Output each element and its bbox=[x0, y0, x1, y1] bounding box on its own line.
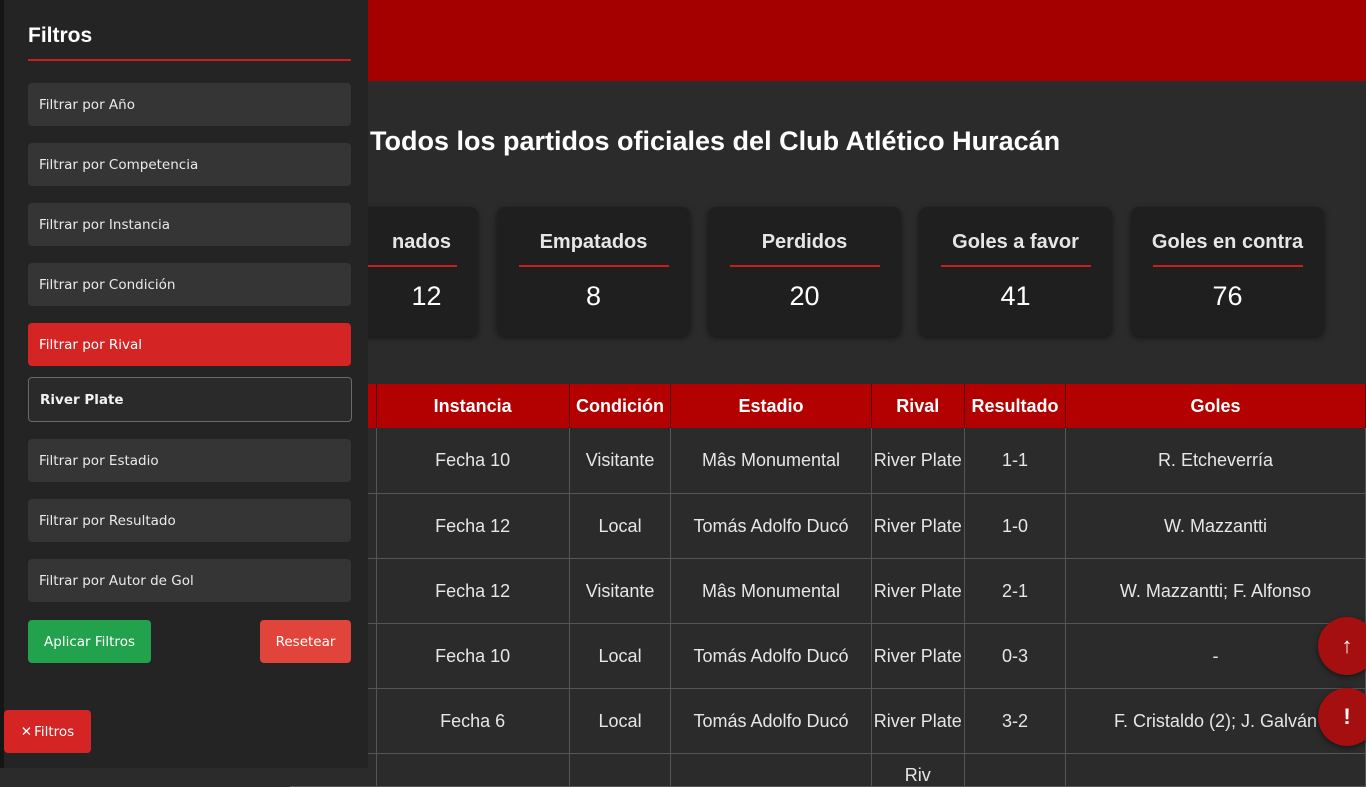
stat-card-perdidos: Perdidos 20 bbox=[708, 207, 901, 336]
cell-resultado bbox=[964, 753, 1066, 787]
cell-rival: Riv bbox=[871, 753, 966, 787]
stat-card-goles-en-contra: Goles en contra 76 bbox=[1131, 207, 1324, 336]
cell-rival: River Plate bbox=[871, 493, 966, 559]
stat-label: Empatados bbox=[539, 231, 648, 253]
cell-condicion: Visitante bbox=[569, 428, 672, 494]
col-header-rival[interactable]: Rival bbox=[871, 384, 966, 428]
cell-resultado: 3-2 bbox=[964, 688, 1066, 754]
col-header-resultado[interactable]: Resultado bbox=[964, 384, 1066, 428]
filter-result-button[interactable]: Filtrar por Resultado bbox=[28, 499, 351, 542]
filters-sidebar: Filtros Filtrar por Año Filtrar por Comp… bbox=[0, 0, 368, 768]
col-header-goles[interactable]: Goles bbox=[1065, 384, 1366, 428]
cell-estadio: Tomás Adolfo Ducó bbox=[670, 623, 872, 689]
stat-card-empatados: Empatados 8 bbox=[497, 207, 690, 336]
filter-condition-button[interactable]: Filtrar por Condición bbox=[28, 263, 351, 306]
cell-goles: W. Mazzantti; F. Alfonso bbox=[1065, 558, 1366, 624]
toggle-filters-button[interactable]: ✕ Filtros bbox=[4, 710, 91, 753]
rival-input[interactable]: River Plate bbox=[28, 377, 352, 422]
cell-condicion bbox=[569, 753, 672, 787]
stat-label: Perdidos bbox=[761, 231, 848, 253]
reset-filters-button[interactable]: Resetear bbox=[260, 620, 351, 663]
table-row: Riv bbox=[290, 753, 1366, 787]
col-header-estadio[interactable]: Estadio bbox=[670, 384, 872, 428]
filter-rival-button[interactable]: Filtrar por Rival bbox=[28, 323, 351, 366]
stat-value: 8 bbox=[585, 281, 602, 311]
cell-rival: River Plate bbox=[871, 688, 966, 754]
cell-instancia: Fecha 6 bbox=[376, 688, 570, 754]
stat-divider bbox=[1152, 265, 1303, 267]
table-row: Fecha 10 Visitante Mâs Monumental River … bbox=[290, 428, 1366, 494]
stat-label: Goles en contra bbox=[1151, 231, 1304, 253]
stat-label: Goles a favor bbox=[952, 231, 1079, 253]
filter-competition-button[interactable]: Filtrar por Competencia bbox=[28, 143, 351, 186]
table-row: Fecha 6 Local Tomás Adolfo Ducó River Pl… bbox=[290, 688, 1366, 754]
cell-rival: River Plate bbox=[871, 428, 966, 494]
cell-estadio: Tomás Adolfo Ducó bbox=[670, 493, 872, 559]
toggle-filters-label: Filtros bbox=[34, 723, 75, 740]
stat-divider bbox=[729, 265, 880, 267]
alert-icon: ! bbox=[1343, 704, 1351, 729]
cell-goles bbox=[1065, 753, 1366, 787]
stat-divider bbox=[518, 265, 669, 267]
cell-resultado: 0-3 bbox=[964, 623, 1066, 689]
cell-estadio: Mâs Monumental bbox=[670, 428, 872, 494]
stat-divider bbox=[940, 265, 1091, 267]
cell-rival: River Plate bbox=[871, 623, 966, 689]
cell-estadio: Mâs Monumental bbox=[670, 558, 872, 624]
table-header-row: Instancia Condición Estadio Rival Result… bbox=[290, 384, 1366, 428]
cell-resultado: 2-1 bbox=[964, 558, 1066, 624]
table-row: Fecha 12 Local Tomás Adolfo Ducó River P… bbox=[290, 493, 1366, 559]
col-header-instancia[interactable]: Instancia bbox=[376, 384, 570, 428]
cell-rival: River Plate bbox=[871, 558, 966, 624]
cell-estadio: Tomás Adolfo Ducó bbox=[670, 688, 872, 754]
filter-year-button[interactable]: Filtrar por Año bbox=[28, 83, 351, 126]
stat-value: 76 bbox=[1212, 281, 1243, 311]
cell-instancia: Fecha 12 bbox=[376, 493, 570, 559]
apply-filters-button[interactable]: Aplicar Filtros bbox=[28, 620, 151, 663]
col-header-condicion[interactable]: Condición bbox=[569, 384, 672, 428]
cell-goles: R. Etcheverría bbox=[1065, 428, 1366, 494]
cell-instancia: Fecha 10 bbox=[376, 428, 570, 494]
cell-goles: W. Mazzantti bbox=[1065, 493, 1366, 559]
cell-resultado: 1-0 bbox=[964, 493, 1066, 559]
filter-stage-button[interactable]: Filtrar por Instancia bbox=[28, 203, 351, 246]
stat-value: 41 bbox=[1000, 281, 1031, 311]
cell-instancia: Fecha 12 bbox=[376, 558, 570, 624]
cell-resultado: 1-1 bbox=[964, 428, 1066, 494]
filter-stadium-button[interactable]: Filtrar por Estadio bbox=[28, 439, 351, 482]
cell-condicion: Visitante bbox=[569, 558, 672, 624]
matches-table: Instancia Condición Estadio Rival Result… bbox=[290, 384, 1366, 787]
cell-condicion: Local bbox=[569, 493, 672, 559]
stat-card-goles-a-favor: Goles a favor 41 bbox=[919, 207, 1112, 336]
table-row: Fecha 10 Local Tomás Adolfo Ducó River P… bbox=[290, 623, 1366, 689]
stat-value: 20 bbox=[789, 281, 820, 311]
arrow-up-icon: ↑ bbox=[1341, 633, 1353, 658]
close-icon: ✕ bbox=[20, 723, 33, 740]
sidebar-title: Filtros bbox=[28, 24, 93, 47]
page-title: Todos los partidos oficiales del Club At… bbox=[370, 126, 1061, 156]
cell-instancia bbox=[376, 753, 570, 787]
cell-estadio bbox=[670, 753, 872, 787]
filter-scorer-button[interactable]: Filtrar por Autor de Gol bbox=[28, 559, 351, 602]
cell-condicion: Local bbox=[569, 688, 672, 754]
cell-condicion: Local bbox=[569, 623, 672, 689]
table-row: Fecha 12 Visitante Mâs Monumental River … bbox=[290, 558, 1366, 624]
sidebar-divider bbox=[28, 59, 351, 61]
cell-instancia: Fecha 10 bbox=[376, 623, 570, 689]
